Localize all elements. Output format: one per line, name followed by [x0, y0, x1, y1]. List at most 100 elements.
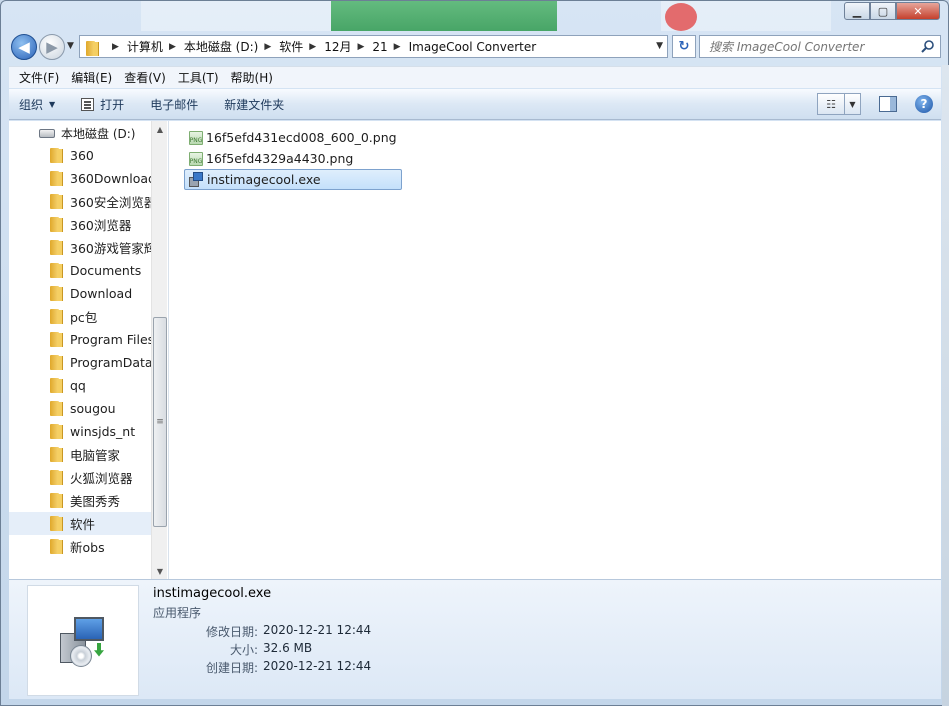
menu-bar: 文件(F) 编辑(E) 查看(V) 工具(T) 帮助(H)	[9, 66, 941, 88]
modified-label: 修改日期:	[205, 625, 258, 639]
sidebar-item-folder[interactable]: qq	[9, 374, 151, 397]
open-icon	[81, 97, 95, 111]
details-created-row: 创建日期: 2020-12-21 12:44	[153, 659, 373, 676]
close-button[interactable]: ✕	[896, 2, 940, 20]
sidebar-item-folder[interactable]: 360Download	[9, 167, 151, 190]
folder-label: Download	[70, 286, 133, 301]
file-item[interactable]: PNG 16f5efd431ecd008_600_0.png	[184, 127, 402, 148]
breadcrumb-computer[interactable]: 计算机	[127, 38, 163, 55]
preview-pane-button[interactable]	[879, 96, 897, 112]
sidebar-item-folder[interactable]: 软件	[9, 512, 151, 535]
search-box[interactable]	[699, 35, 941, 58]
menu-file[interactable]: 文件(F)	[13, 69, 65, 86]
file-name: 16f5efd4329a4430.png	[206, 151, 354, 166]
chevron-right-icon[interactable]: ▶	[169, 42, 176, 52]
scroll-up-icon[interactable]: ▲	[152, 121, 168, 137]
sidebar-item-folder[interactable]: 美图秀秀	[9, 489, 151, 512]
chevron-right-icon[interactable]: ▶	[394, 42, 401, 52]
folder-icon	[50, 493, 63, 508]
sidebar-item-folder[interactable]: pc包	[9, 305, 151, 328]
address-dropdown-icon[interactable]: ▼	[656, 41, 663, 51]
chevron-right-icon[interactable]: ▶	[112, 42, 119, 52]
open-button[interactable]: 打开	[81, 96, 124, 113]
back-button[interactable]: ◀	[11, 34, 37, 60]
recent-pages-dropdown-icon[interactable]: ▼	[67, 41, 74, 51]
sidebar-item-folder[interactable]: winsjds_nt	[9, 420, 151, 443]
title-bar[interactable]: ▁ ▢ ✕	[1, 1, 948, 31]
menu-tools[interactable]: 工具(T)	[172, 69, 225, 86]
sidebar-item-folder[interactable]: sougou	[9, 397, 151, 420]
menu-help[interactable]: 帮助(H)	[225, 69, 279, 86]
sidebar-item-folder[interactable]: 360	[9, 144, 151, 167]
scroll-thumb[interactable]: ≡	[153, 317, 167, 527]
sidebar-item-folder[interactable]: 新obs	[9, 535, 151, 558]
chevron-right-icon[interactable]: ▶	[309, 42, 316, 52]
sidebar-item-folder[interactable]: 火狐浏览器	[9, 466, 151, 489]
sidebar-item-folder[interactable]: 电脑管家	[9, 443, 151, 466]
sidebar-item-folder[interactable]: 360游戏管家辉	[9, 236, 151, 259]
folder-label: 360安全浏览器	[70, 195, 151, 210]
folder-icon	[50, 286, 63, 301]
folder-label: 软件	[70, 517, 96, 532]
organize-button[interactable]: 组织 ▼	[19, 96, 55, 113]
menu-edit[interactable]: 编辑(E)	[65, 69, 118, 86]
sidebar-item-folder[interactable]: 360浏览器	[9, 213, 151, 236]
email-button[interactable]: 电子邮件	[150, 96, 198, 113]
created-label: 创建日期:	[205, 661, 258, 675]
search-input[interactable]	[709, 39, 909, 54]
nav-scrollbar[interactable]: ▲ ≡ ▼	[151, 121, 167, 579]
size-value: 32.6 MB	[263, 641, 313, 655]
drive-label: 本地磁盘 (D:)	[61, 127, 136, 141]
chevron-right-icon[interactable]: ▶	[357, 42, 364, 52]
toolbar-right-group: ☷ ▼ ?	[817, 93, 933, 115]
change-view-button[interactable]: ☷	[817, 93, 845, 115]
new-folder-button[interactable]: 新建文件夹	[224, 96, 284, 113]
view-grid-icon: ☷	[826, 97, 836, 111]
folder-icon	[50, 309, 63, 324]
scroll-down-icon[interactable]: ▼	[152, 563, 168, 579]
address-bar[interactable]: ▶ 计算机 ▶ 本地磁盘 (D:) ▶ 软件 ▶ 12月 ▶ 21 ▶ Imag…	[79, 35, 668, 58]
installer-icon	[189, 172, 204, 187]
file-item[interactable]: PNG 16f5efd4329a4430.png	[184, 148, 402, 169]
refresh-button[interactable]: ↻	[672, 35, 696, 58]
forward-button[interactable]: ▶	[39, 34, 65, 60]
sidebar-item-folder[interactable]: 360安全浏览器	[9, 190, 151, 213]
minimize-button[interactable]: ▁	[844, 2, 870, 20]
folder-tree: 360 360Download 360安全浏览器 360浏览器 360游戏管家辉 Docu…	[9, 144, 151, 558]
help-button[interactable]: ?	[915, 95, 933, 113]
sidebar-item-folder[interactable]: Program Files	[9, 328, 151, 351]
folder-label: 火狐浏览器	[70, 471, 133, 486]
sidebar-item-folder[interactable]: ProgramData	[9, 351, 151, 374]
folder-icon	[50, 470, 63, 485]
folder-icon	[50, 401, 63, 416]
navigation-pane: 本地磁盘 (D:) 360 360Download 360安全浏览器 360浏览器 36…	[9, 121, 169, 579]
file-thumbnail	[27, 585, 139, 696]
file-item[interactable]: instimagecool.exe	[184, 169, 402, 190]
folder-label: pc包	[70, 310, 98, 325]
breadcrumb-21[interactable]: 21	[372, 40, 387, 54]
view-options-dropdown[interactable]: ▼	[845, 93, 861, 115]
png-file-icon: PNG	[189, 130, 203, 145]
folder-label: 美图秀秀	[70, 494, 121, 509]
folder-icon	[86, 40, 100, 56]
folder-label: ProgramData	[70, 355, 151, 370]
folder-icon	[50, 424, 63, 439]
chevron-right-icon[interactable]: ▶	[264, 42, 271, 52]
folder-icon	[50, 240, 63, 255]
folder-icon	[50, 217, 63, 232]
organize-label: 组织	[19, 97, 44, 112]
search-icon[interactable]	[921, 39, 935, 53]
folder-icon	[50, 263, 63, 278]
breadcrumb-december[interactable]: 12月	[324, 38, 351, 55]
maximize-button[interactable]: ▢	[870, 2, 896, 20]
sidebar-item-folder[interactable]: Download	[9, 282, 151, 305]
nav-item-drive-d[interactable]: 本地磁盘 (D:)	[39, 125, 135, 142]
sidebar-item-folder[interactable]: Documents	[9, 259, 151, 282]
window-edge	[942, 65, 949, 706]
menu-view[interactable]: 查看(V)	[118, 69, 172, 86]
breadcrumb-imagecool[interactable]: ImageCool Converter	[409, 40, 537, 54]
breadcrumb-drive[interactable]: 本地磁盘 (D:)	[184, 38, 258, 55]
background-blur-red	[665, 3, 697, 31]
breadcrumb-software[interactable]: 软件	[279, 38, 303, 55]
explorer-window: ▁ ▢ ✕ ◀ ▶ ▼ ▶ 计算机 ▶ 本地磁盘 (D:) ▶ 软件 ▶ 12月…	[0, 0, 949, 706]
